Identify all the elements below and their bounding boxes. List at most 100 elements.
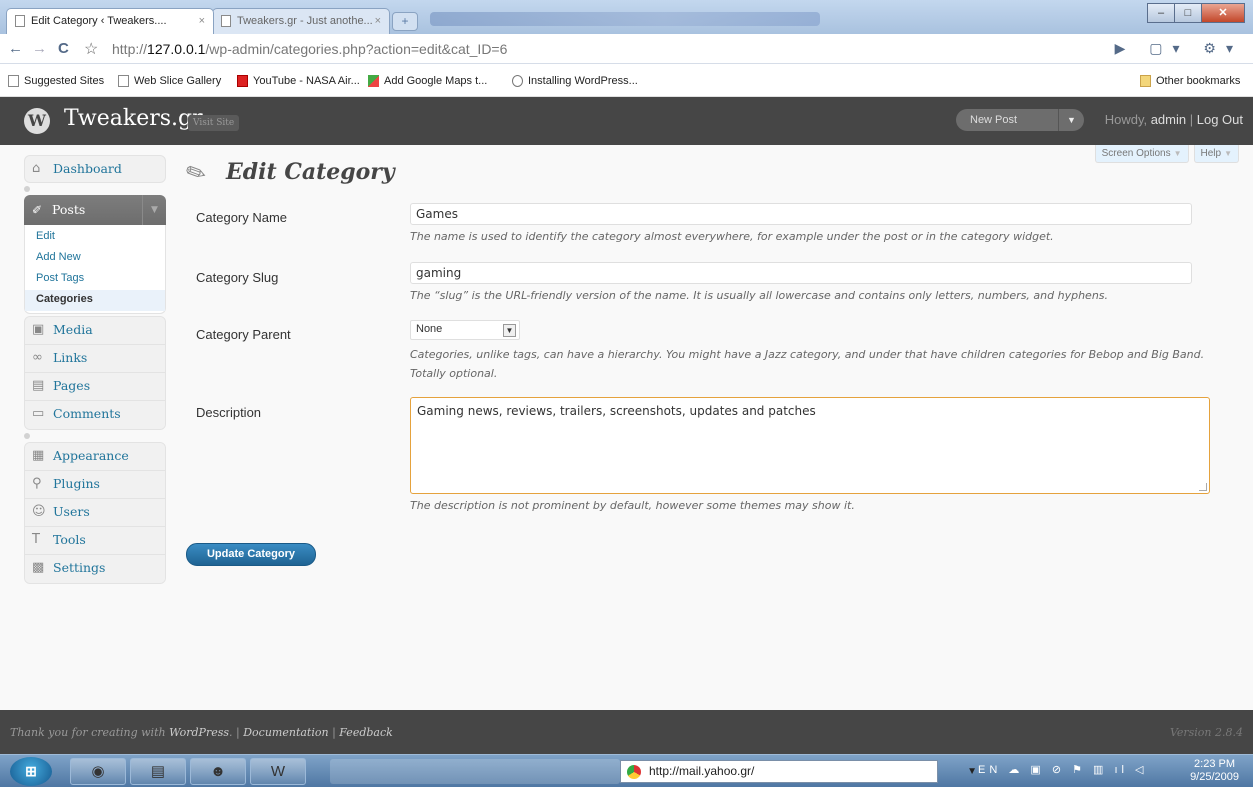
page-title: Edit Category [226, 159, 395, 185]
menu-comments[interactable]: ▭ Comments [25, 401, 165, 429]
bookmark-label: Other bookmarks [1156, 75, 1241, 87]
menu-dashboard[interactable]: ⌂ Dashboard [24, 155, 166, 183]
minimize-button[interactable]: – [1147, 3, 1175, 23]
windows-taskbar: ⊞ ◉ ▤ ☻ W http://mail.yahoo.gr/ ▼ EN ☁ ▣… [0, 754, 1253, 787]
description-hint: The description is not prominent by defa… [410, 499, 855, 512]
collapse-toggle-icon[interactable]: ▼ [142, 195, 166, 225]
category-parent-select[interactable]: None ▼ [410, 320, 520, 340]
settings-icon: ▩ [32, 560, 45, 575]
messenger-taskbar-icon[interactable]: ☻ [190, 758, 246, 785]
chrome-taskbar-icon[interactable]: ◉ [70, 758, 126, 785]
category-slug-input[interactable]: gaming [410, 262, 1192, 284]
resize-grip-icon[interactable] [1199, 483, 1207, 491]
menu-pages[interactable]: ▤ Pages [25, 373, 165, 401]
favorite-actions-dropdown-icon[interactable]: ▼ [1058, 109, 1084, 131]
menu-links[interactable]: ∞ Links [25, 345, 165, 373]
help-label: Help [1200, 148, 1222, 159]
tab-close-icon[interactable]: × [199, 9, 205, 33]
explorer-taskbar-icon[interactable]: ▤ [130, 758, 186, 785]
greeting-text: Howdy, [1104, 112, 1151, 127]
new-post-label: New Post [970, 114, 1018, 126]
taskbar-address-text: http://mail.yahoo.gr/ [649, 764, 755, 778]
selected-parent: None [416, 323, 443, 335]
description-textarea[interactable]: Gaming news, reviews, trailers, screensh… [410, 397, 1210, 494]
bookmark-other[interactable]: Other bookmarks [1140, 75, 1240, 87]
documentation-link[interactable]: Documentation [243, 726, 328, 739]
new-tab-button[interactable]: + [392, 12, 418, 31]
bookmark-label: YouTube - NASA Air... [253, 75, 360, 87]
menu-label: Users [53, 504, 90, 519]
logout-link[interactable]: Log Out [1197, 112, 1243, 127]
page-icon [8, 75, 19, 87]
house-icon: ⌂ [32, 161, 41, 176]
category-slug-hint: The “slug” is the URL-friendly version o… [410, 289, 1109, 302]
youtube-icon [237, 75, 248, 87]
start-button[interactable]: ⊞ [10, 757, 52, 786]
tab-close-icon[interactable]: × [375, 9, 381, 33]
menu-settings[interactable]: ▩ Settings [25, 555, 165, 583]
users-icon: ☺ [32, 504, 46, 519]
system-tray: EN ☁ ▣ ⊘ ⚑ ▥ ıl ◁ [978, 764, 1148, 776]
chevron-down-icon[interactable]: ▼ [967, 761, 977, 782]
tab-edit-category[interactable]: Edit Category ‹ Tweakers.... × [6, 8, 214, 34]
wordpress-logo-icon: W [24, 108, 50, 134]
menu-posts-group: ✐ Posts ▼ Edit Add New Post Tags Categorie… [24, 195, 166, 314]
address-bar[interactable]: http://127.0.0.1/wp-admin/categories.php… [112, 41, 507, 57]
menu-tools[interactable]: T Tools [25, 527, 165, 555]
category-name-label: Category Name [196, 210, 288, 225]
bookmark-installing-wordpress[interactable]: Installing WordPress... [512, 75, 638, 87]
window-title-blurred [430, 12, 820, 26]
submenu-edit[interactable]: Edit [25, 227, 165, 248]
back-arrow-icon[interactable]: ← [8, 40, 23, 57]
language-indicator[interactable]: EN [978, 764, 1001, 776]
tools-icon: T [32, 532, 40, 547]
bookmark-label: Suggested Sites [24, 75, 105, 87]
menu-label: Comments [53, 406, 121, 421]
menu-appearance[interactable]: ▦ Appearance [25, 443, 165, 471]
page-icon [15, 15, 25, 27]
forward-arrow-icon[interactable]: → [32, 40, 47, 57]
bookmark-youtube[interactable]: YouTube - NASA Air... [237, 75, 360, 87]
help-button[interactable]: Help ▼ [1193, 145, 1239, 163]
visit-site-button[interactable]: Visit Site [188, 115, 240, 131]
bookmark-google-maps[interactable]: Add Google Maps t... [368, 75, 487, 87]
submenu-post-tags[interactable]: Post Tags [25, 269, 165, 290]
chrome-icon [627, 765, 641, 779]
description-label: Description [196, 405, 262, 420]
username-link[interactable]: admin [1151, 112, 1186, 127]
taskbar-address-bar[interactable]: http://mail.yahoo.gr/ ▼ [620, 760, 977, 783]
site-title[interactable]: Tweakers.gr [64, 106, 203, 131]
bookmark-label: Add Google Maps t... [384, 75, 488, 87]
menu-label: Links [53, 350, 88, 365]
screen-options-button[interactable]: Screen Options ▼ [1094, 145, 1189, 163]
menu-plugins[interactable]: ⚲ Plugins [25, 471, 165, 499]
category-name-input[interactable]: Games [410, 203, 1192, 225]
close-window-button[interactable]: ✕ [1201, 3, 1245, 23]
reload-icon[interactable]: C [58, 40, 69, 57]
url-path: /wp-admin/categories.php?action=edit&cat… [205, 41, 508, 57]
submenu-add-new[interactable]: Add New [25, 248, 165, 269]
menu-media[interactable]: ▣ Media [25, 317, 165, 345]
menu-label: Appearance [53, 448, 129, 463]
browser-toolbar: ← → C ☆ http://127.0.0.1/wp-admin/catego… [0, 34, 1253, 64]
wordpress-icon [512, 75, 523, 87]
page-and-tools-menu-icons[interactable]: ▶ ▢▾ ⚙▾ [1115, 40, 1243, 57]
new-post-button[interactable]: New Post ▼ [956, 109, 1084, 131]
word-taskbar-icon[interactable]: W [250, 758, 306, 785]
bookmark-star-icon[interactable]: ☆ [84, 39, 98, 59]
wordpress-link[interactable]: WordPress [169, 726, 229, 739]
menu-settings-group: ▦ Appearance ⚲ Plugins ☺ Users T Tools ▩ Sett… [24, 442, 166, 584]
clock-time: 2:23 PM [1194, 758, 1236, 770]
chevron-down-icon: ▼ [1173, 149, 1182, 158]
bookmark-suggested-sites[interactable]: Suggested Sites [8, 75, 104, 87]
bookmark-web-slice-gallery[interactable]: Web Slice Gallery [118, 75, 221, 87]
tab-tweakers-home[interactable]: Tweakers.gr - Just anothe... × [212, 8, 390, 34]
chevron-down-icon: ▼ [1224, 149, 1232, 158]
menu-posts[interactable]: ✐ Posts ▼ [24, 195, 166, 225]
menu-users[interactable]: ☺ Users [25, 499, 165, 527]
maximize-button[interactable]: □ [1174, 3, 1202, 23]
system-clock[interactable]: 2:23 PM 9/25/2009 [1190, 758, 1239, 784]
feedback-link[interactable]: Feedback [339, 726, 393, 739]
update-category-button[interactable]: Update Category [186, 543, 316, 566]
submenu-categories[interactable]: Categories [25, 290, 165, 311]
